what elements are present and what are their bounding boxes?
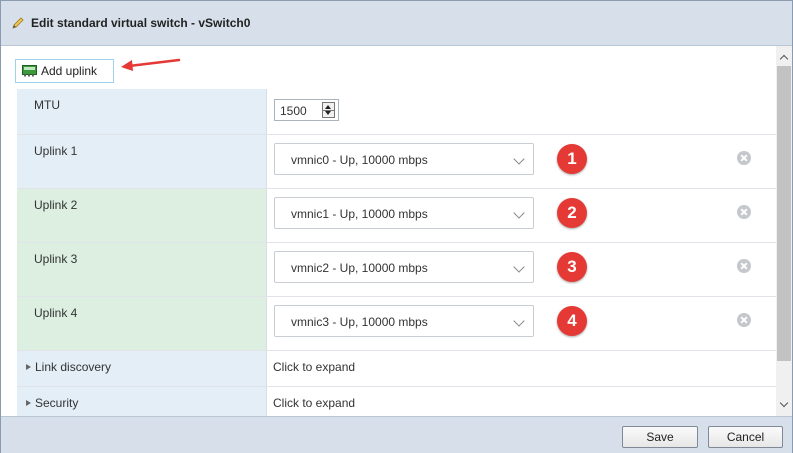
remove-uplink-icon[interactable] (737, 259, 751, 273)
toolbar: Add uplink (1, 46, 776, 89)
security-label: Security (35, 396, 79, 410)
scrollbar-thumb[interactable] (777, 66, 791, 361)
step-marker: 1 (557, 144, 587, 174)
edit-vswitch-dialog: Edit standard virtual switch - vSwitch0 … (0, 0, 793, 453)
uplink-value-cell: vmnic0 - Up, 10000 mbps 1 (267, 135, 776, 188)
uplink-row: Uplink 2 vmnic1 - Up, 10000 mbps 2 (17, 189, 776, 243)
add-uplink-button[interactable]: Add uplink (15, 59, 114, 83)
mtu-value: 1500 (280, 104, 307, 118)
link-discovery-label: Link discovery (35, 360, 112, 374)
security-expander[interactable]: Security (17, 387, 267, 416)
uplink-select[interactable]: vmnic2 - Up, 10000 mbps (274, 251, 534, 283)
add-uplink-label: Add uplink (41, 64, 98, 78)
expand-arrow-icon[interactable] (26, 400, 31, 406)
uplink-label-cell: Uplink 3 (17, 243, 267, 296)
uplink-value-cell: vmnic3 - Up, 10000 mbps 4 (267, 297, 776, 350)
chevron-down-icon (513, 207, 525, 219)
remove-uplink-icon[interactable] (737, 151, 751, 165)
uplink-selected-value: vmnic2 - Up, 10000 mbps (291, 261, 428, 275)
uplink-selected-value: vmnic3 - Up, 10000 mbps (291, 315, 428, 329)
link-discovery-expander[interactable]: Link discovery (17, 351, 267, 386)
chevron-down-icon (513, 153, 525, 165)
uplink-row: Uplink 1 vmnic0 - Up, 10000 mbps 1 (17, 135, 776, 189)
pencil-icon (12, 17, 24, 29)
dialog-title-bar: Edit standard virtual switch - vSwitch0 (1, 1, 792, 46)
expand-arrow-icon[interactable] (26, 364, 31, 370)
click-to-expand-link[interactable]: Click to expand (273, 360, 355, 374)
uplink-value-cell: vmnic2 - Up, 10000 mbps 3 (267, 243, 776, 296)
scroll-up-icon[interactable] (779, 54, 789, 64)
uplink-label-cell: Uplink 2 (17, 189, 267, 242)
spinner-down-icon[interactable] (325, 111, 331, 115)
uplink-label: Uplink 2 (34, 198, 78, 212)
mtu-value-cell: 1500 (267, 89, 776, 134)
remove-uplink-icon[interactable] (737, 313, 751, 327)
vertical-scrollbar[interactable] (776, 46, 792, 416)
mtu-input[interactable]: 1500 (274, 99, 339, 121)
dialog-title: Edit standard virtual switch - vSwitch0 (31, 16, 251, 30)
uplink-select[interactable]: vmnic1 - Up, 10000 mbps (274, 197, 534, 229)
step-marker: 2 (557, 198, 587, 228)
chevron-down-icon (513, 315, 525, 327)
link-discovery-value-cell: Click to expand (267, 351, 776, 386)
uplink-value-cell: vmnic1 - Up, 10000 mbps 2 (267, 189, 776, 242)
uplink-row: Uplink 3 vmnic2 - Up, 10000 mbps 3 (17, 243, 776, 297)
uplink-label-cell: Uplink 1 (17, 135, 267, 188)
uplink-label: Uplink 1 (34, 144, 78, 158)
network-card-icon (22, 65, 37, 77)
step-marker: 4 (557, 306, 587, 336)
uplink-label: Uplink 3 (34, 252, 78, 266)
uplink-label: Uplink 4 (34, 306, 78, 320)
security-value-cell: Click to expand (267, 387, 776, 416)
annotation-arrow-icon (121, 58, 181, 71)
uplink-row: Uplink 4 vmnic3 - Up, 10000 mbps 4 (17, 297, 776, 351)
mtu-label: MTU (34, 98, 60, 112)
settings-grid: MTU 1500 Uplink 1 vmnic0 - Up, 10000 mbp… (17, 89, 776, 416)
uplink-selected-value: vmnic0 - Up, 10000 mbps (291, 153, 428, 167)
chevron-down-icon (513, 261, 525, 273)
security-row: Security Click to expand (17, 387, 776, 416)
step-marker: 3 (557, 252, 587, 282)
dialog-footer: Save Cancel (1, 416, 792, 453)
click-to-expand-link[interactable]: Click to expand (273, 396, 355, 410)
cancel-button[interactable]: Cancel (708, 426, 783, 448)
uplink-select[interactable]: vmnic0 - Up, 10000 mbps (274, 143, 534, 175)
mtu-spinner[interactable] (322, 102, 335, 118)
uplink-selected-value: vmnic1 - Up, 10000 mbps (291, 207, 428, 221)
spinner-up-icon[interactable] (325, 105, 331, 109)
uplink-select[interactable]: vmnic3 - Up, 10000 mbps (274, 305, 534, 337)
link-discovery-row: Link discovery Click to expand (17, 351, 776, 387)
mtu-label-cell: MTU (17, 89, 267, 134)
uplink-label-cell: Uplink 4 (17, 297, 267, 350)
remove-uplink-icon[interactable] (737, 205, 751, 219)
save-button[interactable]: Save (622, 426, 698, 448)
scroll-down-icon[interactable] (779, 398, 789, 408)
mtu-row: MTU 1500 (17, 89, 776, 135)
